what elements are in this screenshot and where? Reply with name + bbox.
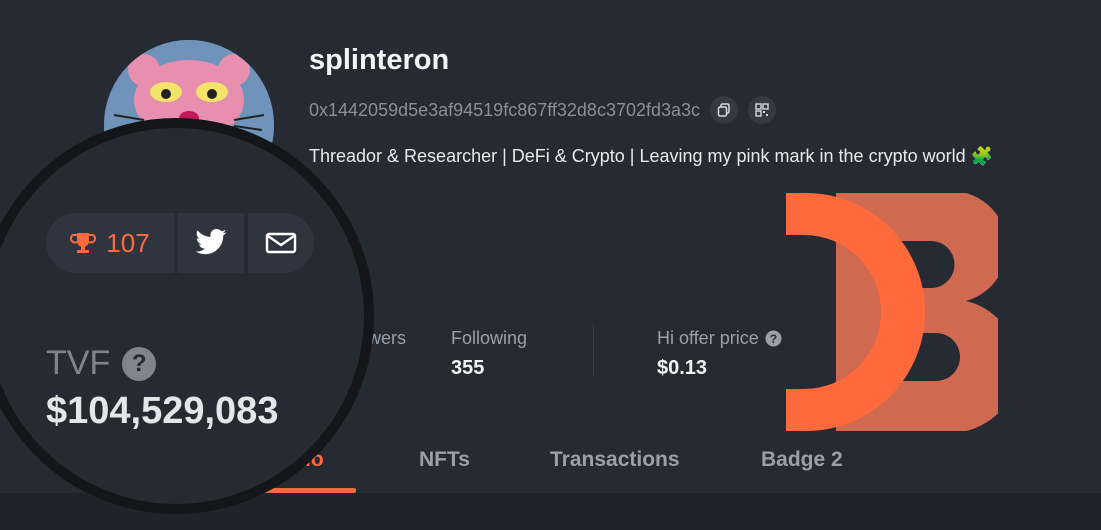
magnified-tvf-label-row: TVF ?	[46, 344, 157, 383]
magnified-email-button[interactable]	[248, 213, 314, 273]
tab-nfts[interactable]: NFTs	[419, 448, 470, 472]
stat-hi-offer-label-row: Hi offer price ?	[657, 328, 782, 349]
tab-badge[interactable]: Badge 2	[761, 448, 843, 472]
svg-text:?: ?	[770, 332, 777, 346]
twitter-icon	[195, 229, 227, 255]
magnified-twitter-button[interactable]	[178, 213, 244, 273]
stat-following-value: 355	[451, 357, 485, 379]
help-icon[interactable]: ?	[765, 330, 782, 347]
qr-code-button[interactable]	[748, 96, 777, 124]
tab-transactions[interactable]: Transactions	[550, 448, 680, 472]
wallet-address-row: 0x1442059d5e3af94519fc867ff32d8c3702fd3a…	[309, 96, 777, 124]
stat-hi-offer-label: Hi offer price	[657, 328, 759, 348]
username: splinteron	[309, 44, 450, 76]
stat-hi-offer-value: $0.13	[657, 357, 708, 379]
magnified-badge-button[interactable]: 107	[46, 213, 174, 273]
email-icon	[265, 232, 297, 254]
profile-bio: Threador & Researcher | DeFi & Crypto | …	[309, 146, 994, 166]
stat-hi-offer-price: Hi offer price ? $0.13	[657, 328, 782, 380]
stat-divider	[593, 325, 594, 377]
magnified-badge-count: 107	[106, 227, 150, 258]
qr-code-icon	[755, 103, 769, 117]
brand-logo	[786, 193, 998, 431]
magnified-help-icon[interactable]: ?	[122, 346, 157, 381]
magnified-tvf-label: TVF	[46, 344, 111, 382]
magnified-badges-row: 107	[46, 213, 314, 273]
copy-icon	[717, 103, 730, 117]
stat-following-label: Following	[451, 328, 528, 348]
trophy-icon	[70, 233, 97, 253]
magnified-tvf-value: $104,529,083	[46, 390, 279, 432]
copy-address-button[interactable]	[710, 96, 739, 124]
stat-following[interactable]: Following 355	[451, 328, 527, 380]
wallet-address: 0x1442059d5e3af94519fc867ff32d8c3702fd3a…	[309, 99, 701, 120]
